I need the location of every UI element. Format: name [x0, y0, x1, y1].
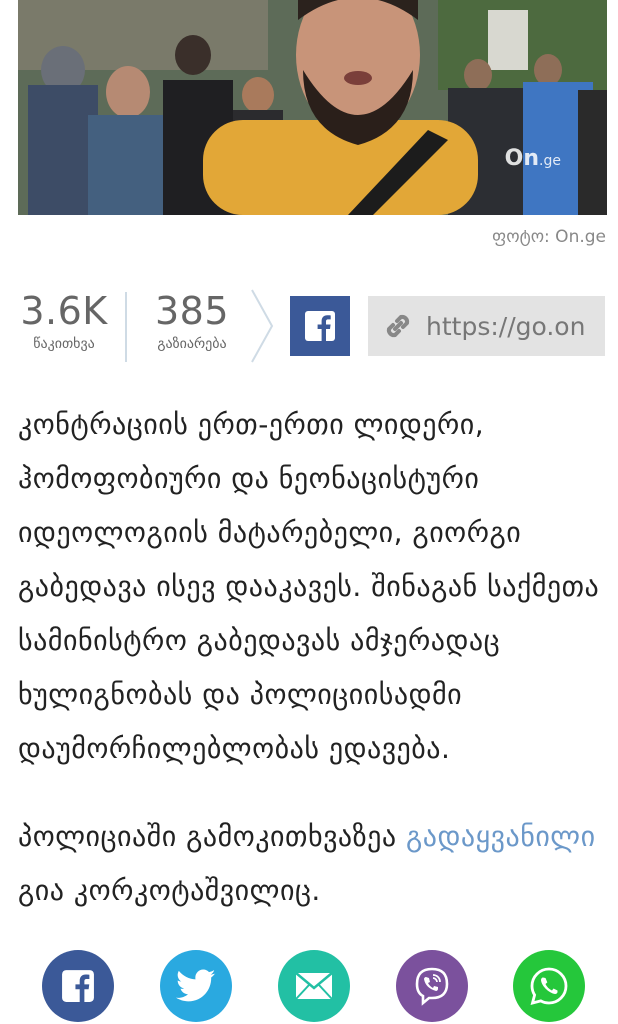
- facebook-share-button[interactable]: [290, 296, 350, 356]
- article-link[interactable]: გადაყვანილი: [406, 820, 596, 853]
- short-link-field[interactable]: https://go.on: [368, 296, 605, 356]
- article-photo: On.ge: [18, 0, 607, 215]
- twitter-share-button[interactable]: [160, 950, 232, 1022]
- link-icon: [380, 308, 416, 344]
- views-stat: 3.6K წაკითხვა: [18, 288, 110, 352]
- chevron-right-icon: [251, 289, 274, 363]
- facebook-icon: [62, 970, 94, 1002]
- shares-count: 385: [154, 289, 230, 333]
- shares-label: გაზიარება: [157, 336, 227, 352]
- photo-credit: ფოტო: On.ge: [492, 227, 606, 247]
- email-share-button[interactable]: [278, 950, 350, 1022]
- photo-watermark: On.ge: [504, 146, 561, 171]
- viber-share-button[interactable]: [396, 950, 468, 1022]
- views-count: 3.6K: [20, 289, 108, 333]
- whatsapp-share-button[interactable]: [513, 950, 585, 1022]
- twitter-icon: [176, 969, 216, 1002]
- share-bar: [0, 946, 618, 1024]
- shares-stat: 385 გაზიარება: [140, 288, 244, 352]
- views-label: წაკითხვა: [33, 336, 95, 352]
- article-page: On.ge ფოტო: On.ge 3.6K წაკითხვა 385 გაზი…: [0, 0, 618, 1024]
- viber-icon: [415, 967, 449, 1006]
- whatsapp-icon: [530, 967, 568, 1005]
- article-text: გია კორკოტაშვილიც.: [18, 874, 321, 907]
- facebook-share-round-button[interactable]: [42, 950, 114, 1022]
- article-paragraph: კონტრაციის ერთ-ერთი ლიდერი, ჰომოფობიური …: [18, 408, 600, 765]
- stats-divider: [125, 292, 127, 362]
- share-stats: 3.6K წაკითხვა 385 გაზიარება https://go.o…: [18, 288, 608, 364]
- article-paragraph: პოლიციაში გამოკითხვაზეა გადაყვანილი გია …: [18, 810, 608, 918]
- article-body: კონტრაციის ერთ-ერთი ლიდერი, ჰომოფობიური …: [18, 398, 608, 952]
- facebook-icon: [305, 311, 335, 341]
- article-text: პოლიციაში გამოკითხვაზეა: [18, 820, 397, 853]
- short-link-text: https://go.on: [426, 311, 586, 341]
- photo-illustration: [18, 0, 607, 215]
- mail-icon: [295, 972, 333, 1000]
